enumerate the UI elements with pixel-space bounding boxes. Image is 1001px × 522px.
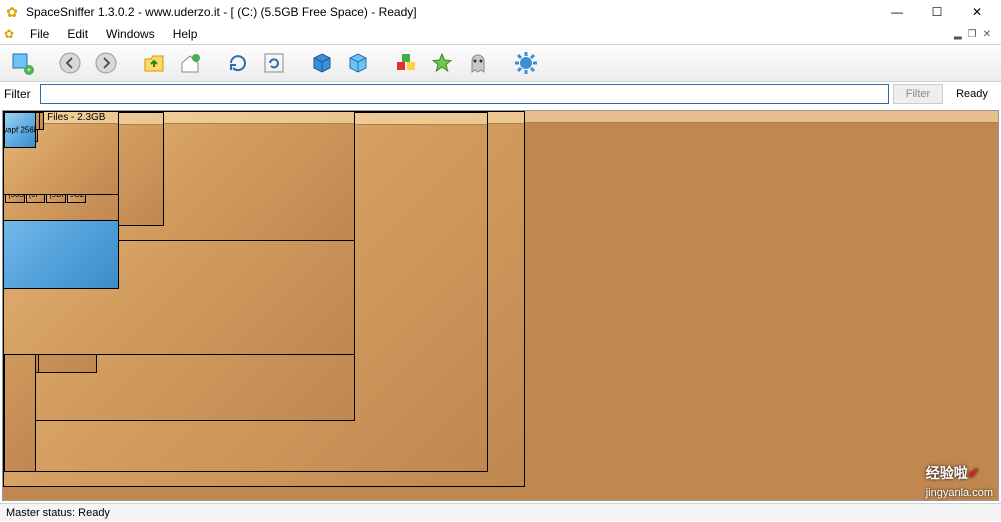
menu-windows[interactable]: Windows <box>98 27 163 41</box>
minimize-button[interactable]: — <box>877 0 917 24</box>
forward-button[interactable] <box>90 47 122 79</box>
folder-up-button[interactable] <box>138 47 170 79</box>
settings-button[interactable] <box>510 47 542 79</box>
menu-file[interactable]: File <box>22 27 57 41</box>
ready-label: Ready <box>947 88 997 100</box>
star-button[interactable] <box>426 47 458 79</box>
refresh-button[interactable] <box>222 47 254 79</box>
menu-edit[interactable]: Edit <box>59 27 96 41</box>
app-icon: ✿ <box>4 4 20 20</box>
new-scan-button[interactable]: + <box>6 47 38 79</box>
cube1-button[interactable] <box>306 47 338 79</box>
close-button[interactable]: ✕ <box>957 0 997 24</box>
cube2-button[interactable] <box>342 47 374 79</box>
refresh-area-button[interactable] <box>258 47 290 79</box>
status-bar: Master status: Ready <box>0 503 1001 521</box>
back-button[interactable] <box>54 47 86 79</box>
maximize-button[interactable]: ☐ <box>917 0 957 24</box>
app-small-icon: ✿ <box>4 27 20 41</box>
mdi-restore-icon[interactable]: ❐ <box>968 29 977 40</box>
mdi-close-icon[interactable]: ✕ <box>983 29 991 40</box>
filter-button[interactable]: Filter <box>893 84 943 104</box>
treemap[interactable]: C:\ - 94.2GB Users - 49.0GB Administrato… <box>2 110 999 501</box>
menu-help[interactable]: Help <box>165 27 206 41</box>
blocks-button[interactable] <box>390 47 422 79</box>
watermark: 经验啦✔ jingyanla.com <box>926 463 993 499</box>
filter-label: Filter <box>4 87 36 101</box>
ghost-button[interactable] <box>462 47 494 79</box>
mdi-minimize-icon[interactable]: ▂ <box>954 29 962 40</box>
svg-text:+: + <box>26 65 31 75</box>
filter-input[interactable] <box>40 84 889 104</box>
window-title: SpaceSniffer 1.3.0.2 - www.uderzo.it - [… <box>26 5 877 19</box>
home-button[interactable] <box>174 47 206 79</box>
